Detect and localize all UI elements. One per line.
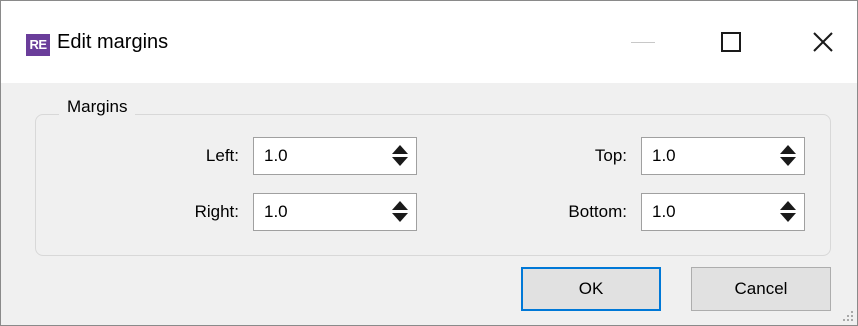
close-icon — [813, 32, 833, 52]
bottom-spin-arrows[interactable] — [780, 200, 798, 224]
margins-groupbox — [35, 114, 831, 256]
bottom-label: Bottom: — [568, 202, 627, 221]
spin-up-icon[interactable] — [392, 201, 408, 210]
right-spinbox[interactable] — [253, 193, 417, 231]
top-spin-arrows[interactable] — [780, 144, 798, 168]
bottom-input[interactable] — [642, 194, 772, 230]
right-input[interactable] — [254, 194, 384, 230]
spin-down-icon[interactable] — [392, 157, 408, 166]
maximize-icon — [721, 32, 741, 52]
resize-grip-icon[interactable] — [843, 311, 853, 321]
spin-down-icon[interactable] — [780, 157, 796, 166]
maximize-button[interactable] — [701, 19, 761, 65]
edit-margins-dialog: RE Edit margins Margins Left: Right: — [0, 0, 858, 326]
right-label: Right: — [194, 202, 239, 221]
bottom-spinbox[interactable] — [641, 193, 805, 231]
spin-down-icon[interactable] — [392, 213, 408, 222]
left-spin-arrows[interactable] — [392, 144, 410, 168]
top-label: Top: — [594, 146, 627, 165]
left-input[interactable] — [254, 138, 384, 174]
cancel-button[interactable]: Cancel — [691, 267, 831, 311]
minimize-button[interactable] — [613, 19, 673, 65]
app-icon: RE — [26, 34, 50, 56]
left-spinbox[interactable] — [253, 137, 417, 175]
window-title: Edit margins — [57, 31, 169, 53]
top-spinbox[interactable] — [641, 137, 805, 175]
top-input[interactable] — [642, 138, 772, 174]
left-label: Left: — [205, 146, 239, 165]
spin-up-icon[interactable] — [392, 145, 408, 154]
close-button[interactable] — [793, 19, 853, 65]
title-bar[interactable]: RE Edit margins — [1, 1, 857, 83]
minimize-icon — [631, 41, 655, 43]
spin-down-icon[interactable] — [780, 213, 796, 222]
margins-group-title: Margins — [59, 97, 136, 117]
spin-up-icon[interactable] — [780, 201, 796, 210]
right-spin-arrows[interactable] — [392, 200, 410, 224]
ok-button[interactable]: OK — [521, 267, 661, 311]
spin-up-icon[interactable] — [780, 145, 796, 154]
